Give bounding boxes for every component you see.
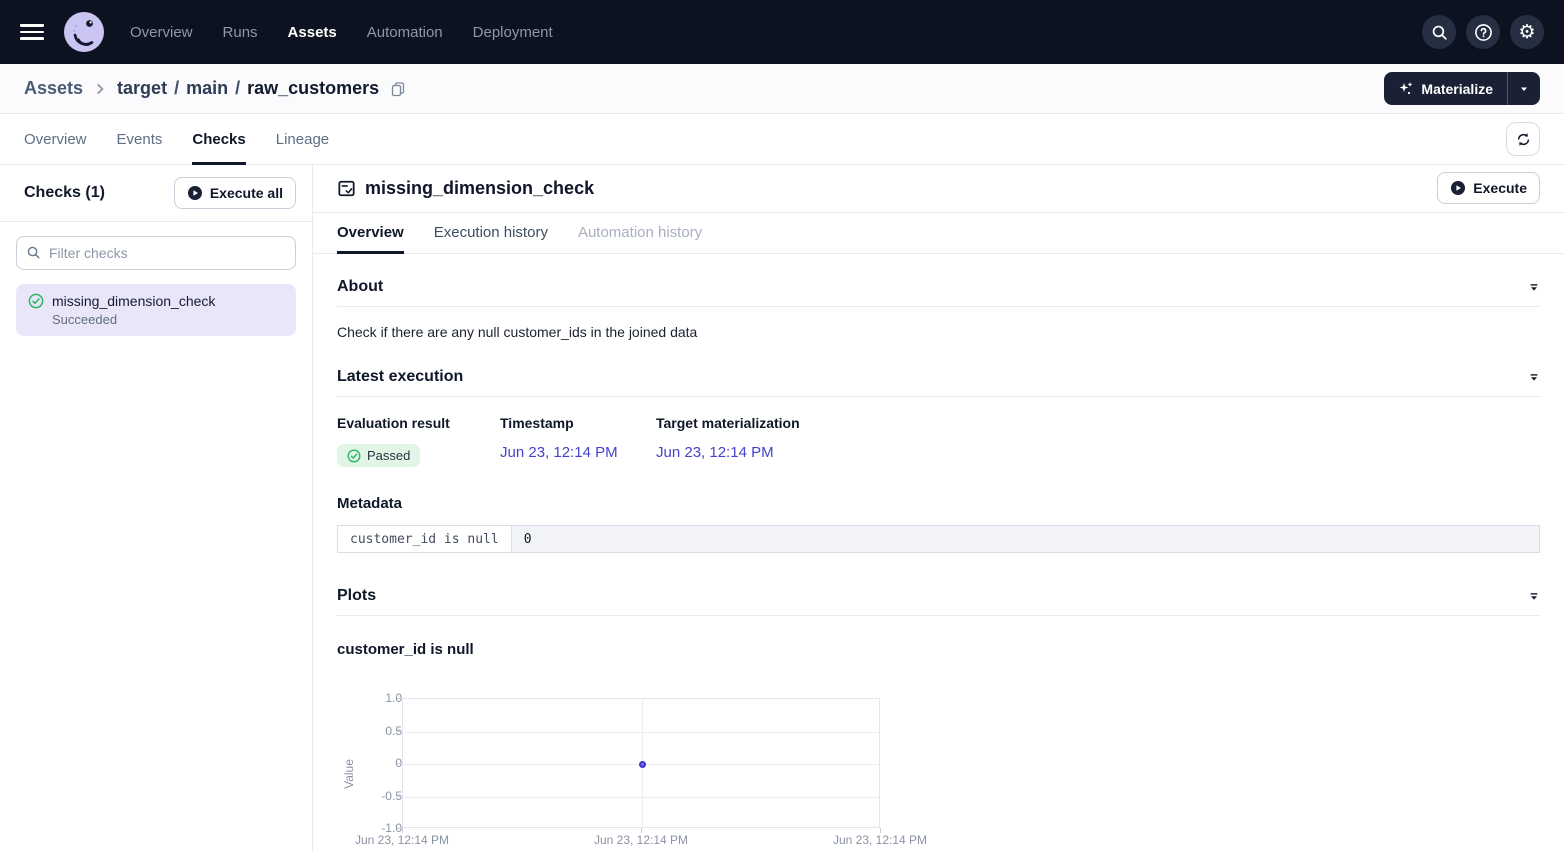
gridline (403, 732, 879, 733)
data-point[interactable] (639, 761, 646, 768)
copy-icon[interactable] (390, 81, 406, 97)
breadcrumb-assets-link[interactable]: Assets (24, 78, 83, 99)
materialize-button[interactable]: Materialize (1384, 72, 1507, 105)
breadcrumb-separator: / (174, 78, 179, 99)
refresh-icon (1516, 132, 1531, 147)
checks-sidebar: Checks (1) Execute all (0, 165, 313, 851)
plot-title: customer_id is null (337, 641, 1540, 658)
subtab-overview[interactable]: Overview (337, 213, 404, 253)
check-circle-icon (347, 449, 361, 463)
play-circle-icon (187, 185, 203, 201)
subtab-execution-history[interactable]: Execution history (434, 213, 548, 253)
x-tick-label: Jun 23, 12:14 PM (820, 833, 940, 847)
about-heading: About (337, 278, 383, 296)
play-circle-icon (1450, 180, 1466, 196)
latest-execution-heading: Latest execution (337, 368, 463, 386)
divider (337, 615, 1540, 616)
timestamp-link[interactable]: Jun 23, 12:14 PM (500, 444, 656, 461)
divider (337, 306, 1540, 307)
divider (337, 396, 1540, 397)
execute-all-label: Execute all (210, 185, 283, 201)
y-tick-label: 0.5 (342, 724, 402, 738)
column-header-evaluation-result: Evaluation result (337, 415, 500, 431)
nav-item-deployment[interactable]: Deployment (473, 24, 553, 41)
passed-status-badge: Passed (337, 444, 420, 467)
materialize-label: Materialize (1421, 81, 1493, 97)
column-header-timestamp: Timestamp (500, 415, 656, 431)
refresh-button[interactable] (1506, 122, 1540, 156)
asset-check-icon (337, 179, 356, 198)
tab-overview[interactable]: Overview (24, 114, 87, 164)
topnav-actions: ⚙ (1422, 15, 1544, 49)
scatter-plot: Value 1.0 0.5 0 -0.5 -1.0 (337, 691, 937, 851)
nav-item-automation[interactable]: Automation (367, 24, 443, 41)
materialize-dropdown-button[interactable] (1507, 72, 1540, 105)
filter-checks-input[interactable] (16, 236, 296, 270)
collapse-section-icon[interactable] (1528, 590, 1540, 602)
hamburger-menu-icon[interactable] (20, 24, 44, 40)
y-tick-label: -0.5 (342, 789, 402, 803)
gear-icon: ⚙ (1518, 23, 1535, 42)
breadcrumb-segment-main[interactable]: main (186, 78, 228, 99)
metadata-key: customer_id is null (338, 526, 512, 552)
check-detail-pane: missing_dimension_check Execute Overview… (313, 165, 1564, 851)
check-item-name: missing_dimension_check (52, 293, 215, 309)
y-tick-label: 0 (342, 756, 402, 770)
breadcrumb-segment-target[interactable]: target (117, 78, 167, 99)
help-button[interactable] (1466, 15, 1500, 49)
breadcrumb-separator: / (235, 78, 240, 99)
execute-all-button[interactable]: Execute all (174, 177, 296, 209)
search-button[interactable] (1422, 15, 1456, 49)
dagster-logo-icon[interactable] (64, 12, 104, 52)
metadata-heading: Metadata (337, 495, 1540, 512)
execute-button[interactable]: Execute (1437, 172, 1540, 204)
materialize-split-button: Materialize (1384, 72, 1540, 105)
checks-panel-title: Checks (1) (24, 184, 105, 202)
sparkle-icon (1398, 81, 1414, 97)
tab-checks[interactable]: Checks (192, 114, 245, 164)
latest-execution-table: Evaluation result Passed Timestamp Jun 2… (337, 415, 1540, 467)
check-detail-title: missing_dimension_check (365, 178, 594, 199)
nav-item-assets[interactable]: Assets (288, 24, 337, 41)
help-icon (1474, 23, 1493, 42)
primary-nav: Overview Runs Assets Automation Deployme… (130, 24, 553, 41)
filter-search-icon (26, 245, 41, 260)
tab-events[interactable]: Events (117, 114, 163, 164)
chevron-right-icon (93, 82, 107, 96)
nav-item-runs[interactable]: Runs (223, 24, 258, 41)
check-item-status: Succeeded (52, 312, 284, 327)
asset-tabs-row: Overview Events Checks Lineage (0, 114, 1564, 165)
subtab-automation-history[interactable]: Automation history (578, 213, 702, 253)
passed-label: Passed (367, 448, 410, 463)
plots-heading: Plots (337, 587, 376, 605)
plot-area (402, 698, 880, 828)
top-nav-bar: Overview Runs Assets Automation Deployme… (0, 0, 1564, 64)
x-tick-label: Jun 23, 12:14 PM (581, 833, 701, 847)
check-circle-icon (28, 293, 44, 309)
check-detail-tabs: Overview Execution history Automation hi… (313, 213, 1564, 254)
about-description: Check if there are any null customer_ids… (337, 324, 1540, 340)
column-header-target-materialization: Target materialization (656, 415, 800, 431)
caret-down-icon (1519, 84, 1529, 94)
collapse-section-icon[interactable] (1528, 281, 1540, 293)
breadcrumb-asset-name: raw_customers (247, 78, 379, 99)
gridline (403, 797, 879, 798)
metadata-value: 0 (512, 526, 1539, 552)
target-materialization-link[interactable]: Jun 23, 12:14 PM (656, 444, 800, 461)
collapse-section-icon[interactable] (1528, 371, 1540, 383)
search-icon (1431, 24, 1448, 41)
breadcrumb-row: Assets target / main / raw_customers Mat… (0, 64, 1564, 114)
metadata-table: customer_id is null 0 (337, 525, 1540, 553)
settings-button[interactable]: ⚙ (1510, 15, 1544, 49)
y-tick-label: 1.0 (342, 691, 402, 705)
execute-label: Execute (1473, 180, 1527, 196)
x-tick-label: Jun 23, 12:14 PM (342, 833, 462, 847)
check-list-item[interactable]: missing_dimension_check Succeeded (16, 284, 296, 336)
tab-lineage[interactable]: Lineage (276, 114, 329, 164)
nav-item-overview[interactable]: Overview (130, 24, 193, 41)
